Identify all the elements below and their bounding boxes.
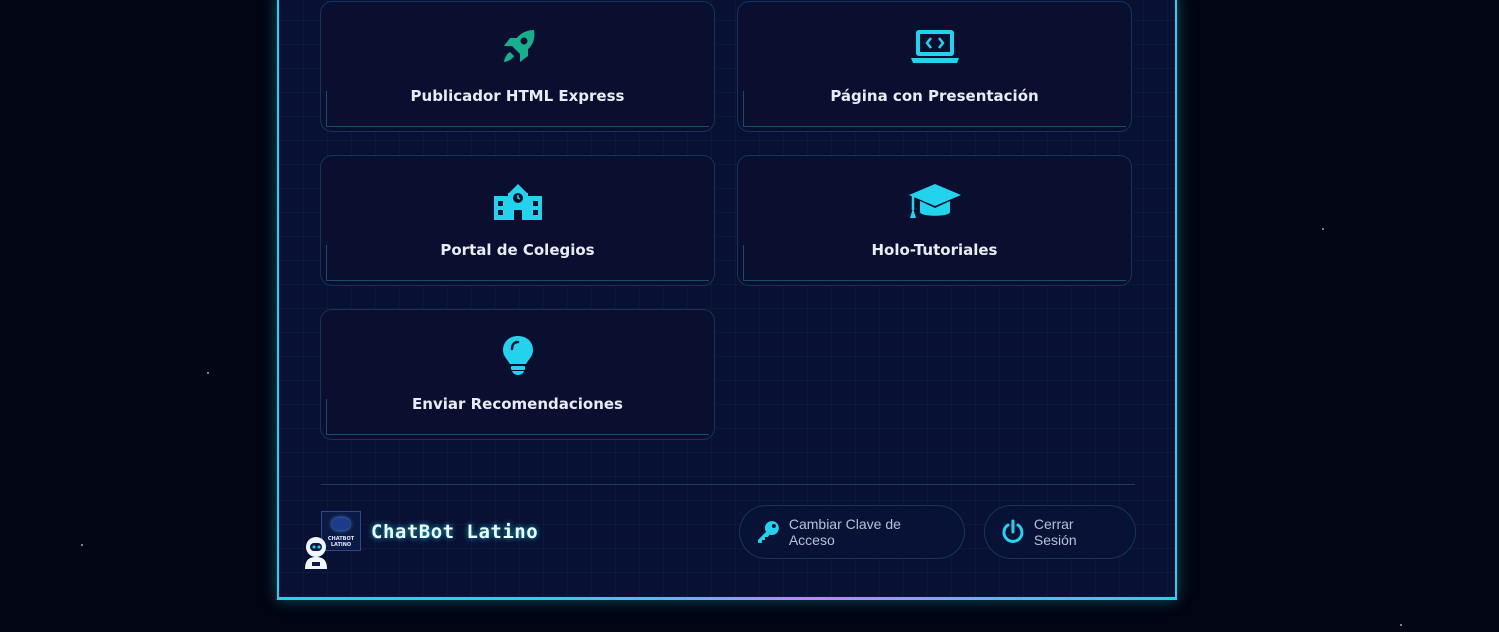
lightbulb-icon [502,336,533,375]
change-password-button[interactable]: Cambiar Clave de Acceso [739,505,965,559]
graduation-cap-icon [908,184,961,218]
background-star [81,544,83,546]
brand-name: ChatBot Latino [371,521,539,543]
rocket-icon [503,30,534,62]
laptop-code-icon [910,30,959,63]
card-label: Enviar Recomendaciones [412,395,623,413]
card-enviar-recomendaciones[interactable]: Enviar Recomendaciones [320,309,715,440]
robot-icon [305,537,327,569]
key-icon [757,521,779,543]
logout-button[interactable]: Cerrar Sesión [984,505,1136,559]
school-icon [493,184,542,220]
card-portal-de-colegios[interactable]: Portal de Colegios [320,155,715,286]
logout-label: Cerrar Sesión [1033,516,1077,548]
power-icon [1002,519,1024,543]
card-label: Portal de Colegios [440,241,595,259]
background-star [1322,228,1324,230]
card-label: Publicador HTML Express [410,87,625,105]
change-password-label: Cambiar Clave de Acceso [788,516,901,548]
background-star [1400,624,1402,626]
card-label: Página con Presentación [830,87,1039,105]
card-holo-tutoriales[interactable]: Holo-Tutoriales [737,155,1132,286]
dashboard-panel: Publicador HTML Express Página con Prese… [277,0,1177,600]
background-star [207,372,209,374]
footer-divider [321,484,1135,485]
card-publicador-html-express[interactable]: Publicador HTML Express [320,1,715,132]
panel-bottom-glow [279,597,1175,600]
card-label: Holo-Tutoriales [871,241,998,259]
card-pagina-con-presentacion[interactable]: Página con Presentación [737,1,1132,132]
brand: CHATBOT LATINO ChatBot Latino [300,511,580,573]
